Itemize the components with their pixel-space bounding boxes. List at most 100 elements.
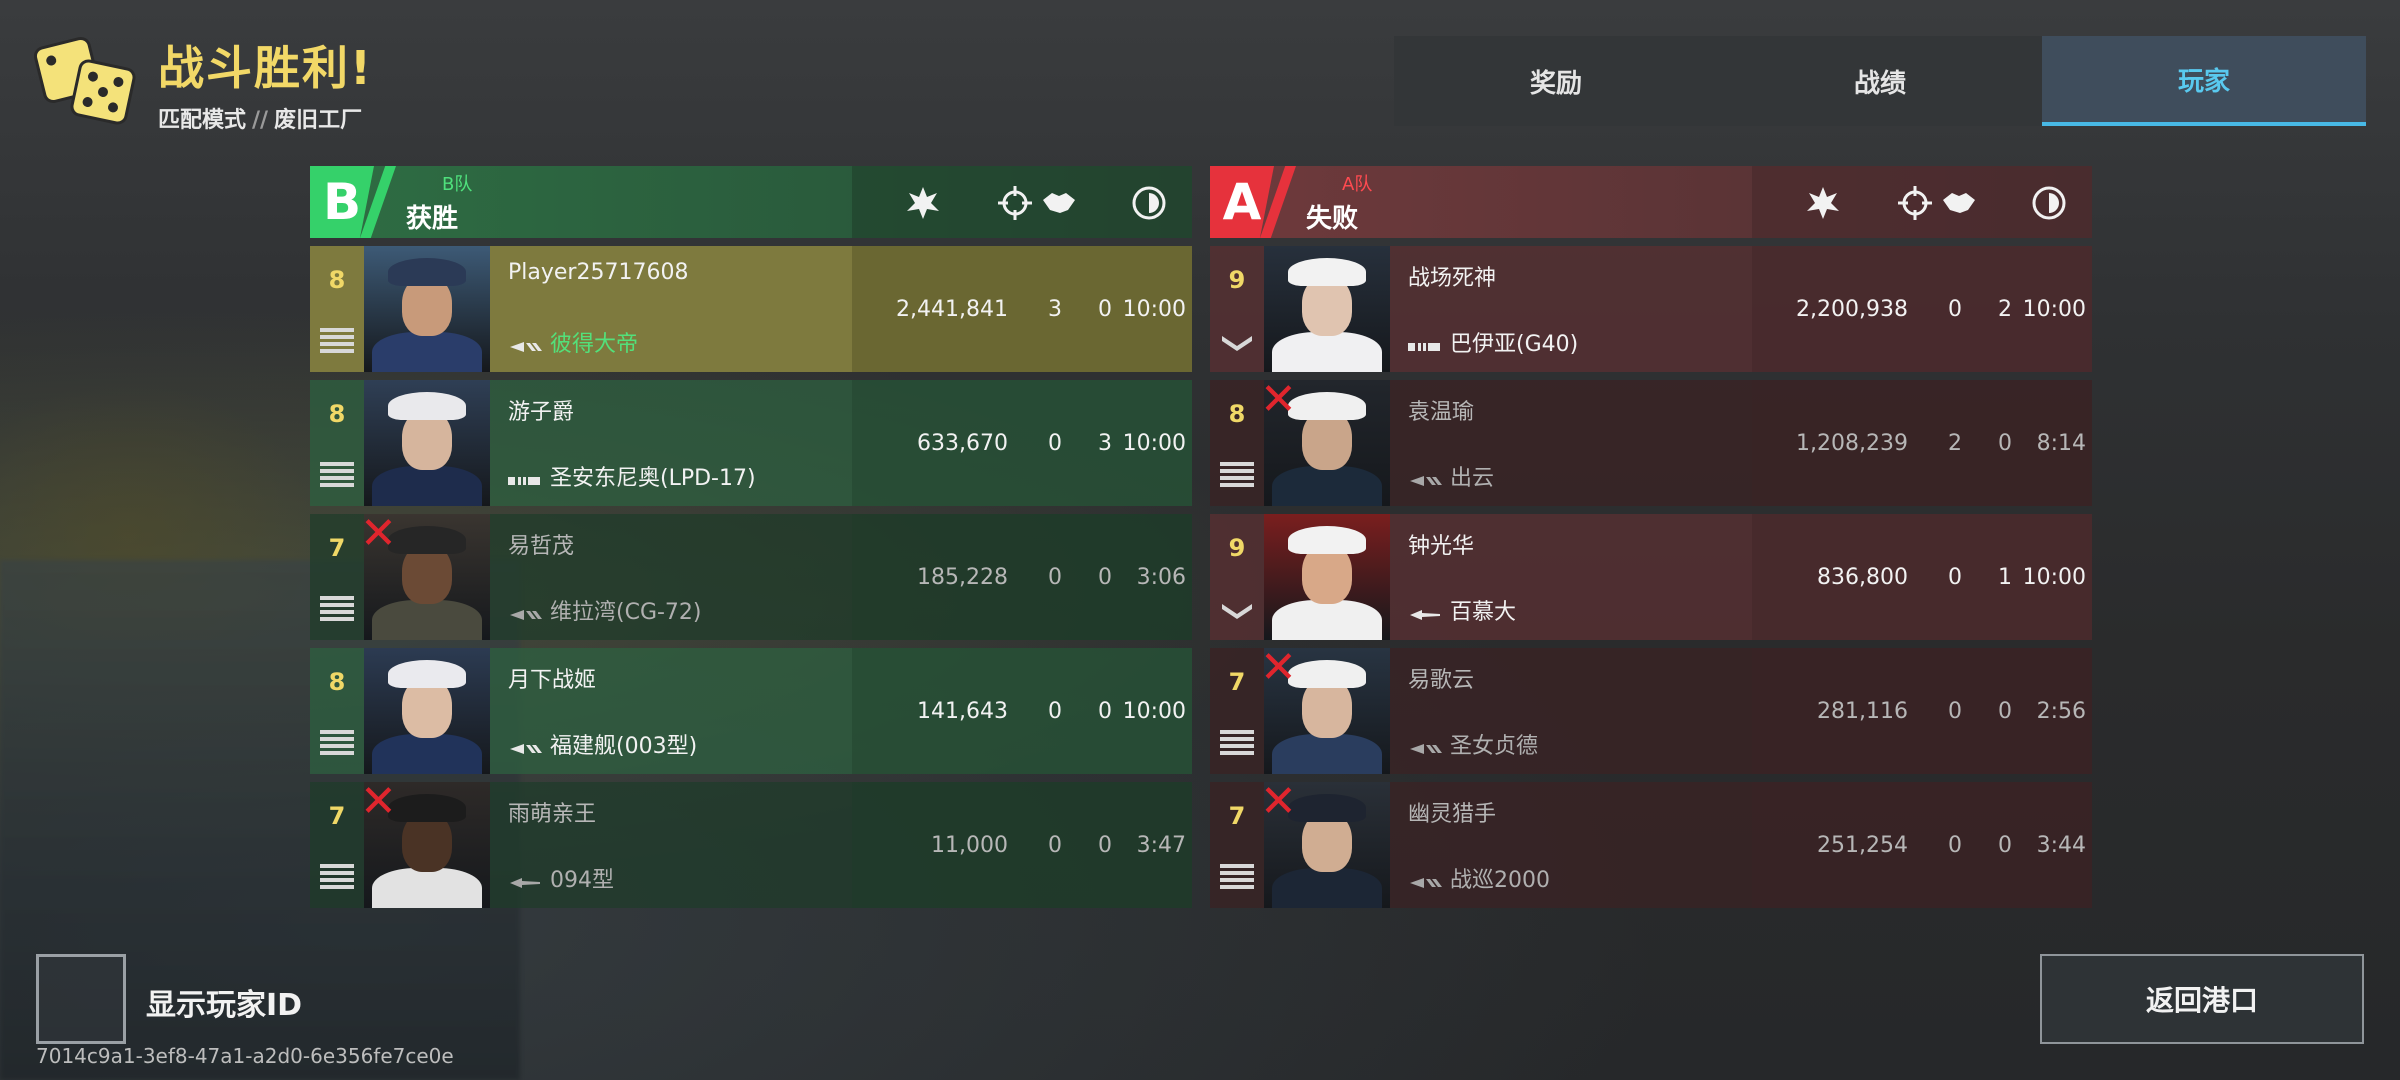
player-stats: 836,800 0 1 10:00: [1752, 514, 2092, 640]
player-level: 8: [328, 266, 346, 294]
damage-value: 281,116: [1817, 698, 1908, 724]
player-name: 游子爵: [508, 400, 575, 425]
destroyed-icon: ✕: [1260, 642, 1297, 693]
team-a-player-row[interactable]: 9 钟光华 百慕大 836,800 0 1 10:00: [1210, 514, 2092, 640]
team-b-player-row[interactable]: 7 ✕ 雨萌亲王 094型 11,000 0 0 3:47: [310, 776, 1192, 908]
player-info: 雨萌亲王 094型: [490, 782, 852, 908]
tab-rewards[interactable]: 奖励: [1394, 36, 1718, 126]
survival-time: 3:44: [2036, 832, 2086, 858]
survival-time: 10:00: [2022, 564, 2086, 590]
team-b-player-row[interactable]: 7 ✕ 易哲茂 维拉湾(CG-72) 185,228 0 0 3:06: [310, 512, 1192, 640]
assist-icon: [1040, 184, 1078, 222]
ship-name: 圣安东尼奥(LPD-17): [550, 466, 756, 491]
level-column: 8: [310, 648, 364, 774]
team-b-result: 获胜: [406, 203, 459, 234]
show-id-checkbox[interactable]: [36, 954, 126, 1044]
player-name: 钟光华: [1408, 534, 1475, 559]
team-a-player-row[interactable]: 9 战场死神 巴伊亚(G40) 2,200,938 0 2 10:00: [1210, 246, 2092, 372]
assists-value: 0: [1998, 832, 2012, 858]
player-stats: 633,670 0 3 10:00: [852, 380, 1192, 506]
captain-portrait[interactable]: [1264, 246, 1390, 372]
ship-info: 福建舰(003型): [508, 728, 697, 760]
rank-bars-icon: [1220, 462, 1254, 488]
ship-info: 圣女贞德: [1408, 728, 1538, 760]
team-a-panel: A A队 失败 9 战场死神 巴伊亚(G40) 2,200,938 0 2 10:00 8 ✕ 袁…: [1210, 166, 2092, 916]
rank-bars-icon: [1220, 730, 1254, 756]
submarine-icon: [508, 871, 542, 888]
show-id-label[interactable]: 显示玩家ID: [146, 980, 302, 1024]
destroyer-icon: [508, 603, 542, 620]
kills-value: 0: [1048, 698, 1062, 724]
kills-value: 0: [1048, 832, 1062, 858]
kills-value: 0: [1948, 296, 1962, 322]
player-level: 7: [328, 534, 346, 562]
ship-name: 百慕大: [1450, 600, 1517, 625]
team-a-player-row[interactable]: 8 ✕ 袁温瑜 出云 1,208,239 2 0 8:14: [1210, 378, 2092, 506]
team-a-result: 失败: [1306, 203, 1359, 234]
team-b-player-row[interactable]: 8 Player25717608 彼得大帝 2,441,841 3 0 10:00: [310, 246, 1192, 372]
destroyer-icon: [508, 335, 542, 352]
rank-bars-icon: [320, 462, 354, 488]
team-a-column-icons: [1752, 166, 2092, 238]
player-name: 易歌云: [1408, 668, 1475, 693]
assists-value: 0: [1998, 698, 2012, 724]
destroyed-icon: ✕: [1260, 776, 1297, 827]
player-level: 8: [328, 668, 346, 696]
ship-info: 094型: [508, 862, 614, 894]
team-a-header: A A队 失败: [1210, 166, 2092, 238]
assists-value: 1: [1998, 564, 2012, 590]
player-info: 袁温瑜 出云: [1390, 380, 1752, 506]
captain-portrait[interactable]: [364, 246, 490, 372]
kills-value: 0: [1048, 430, 1062, 456]
team-b-player-row[interactable]: 8 月下战姬 福建舰(003型) 141,643 0 0 10:00: [310, 648, 1192, 774]
team-b-rows: 8 Player25717608 彼得大帝 2,441,841 3 0 10:00 8 游子爵圣…: [310, 246, 1192, 908]
tab-players[interactable]: 玩家: [2042, 36, 2366, 126]
kills-value: 0: [1948, 564, 1962, 590]
destroyer-icon: [508, 737, 542, 754]
rank-bars-icon: [320, 596, 354, 622]
survival-time: 10:00: [1122, 430, 1186, 456]
match-info: 匹配模式//废旧工厂: [158, 102, 373, 134]
player-info: 易哲茂 维拉湾(CG-72): [490, 514, 852, 640]
player-info: 战场死神 巴伊亚(G40): [1390, 246, 1752, 372]
player-level: 8: [328, 400, 346, 428]
ship-name: 圣女贞德: [1450, 734, 1539, 759]
rank-bars-icon: [320, 730, 354, 756]
captain-portrait[interactable]: [1264, 514, 1390, 640]
survival-time: 10:00: [1122, 698, 1186, 724]
assists-value: 0: [1998, 430, 2012, 456]
damage-value: 2,200,938: [1796, 296, 1908, 322]
player-stats: 2,441,841 3 0 10:00: [852, 246, 1192, 372]
player-info: 钟光华百慕大: [1390, 514, 1752, 640]
damage-value: 11,000: [931, 832, 1008, 858]
team-b-header: B B队 获胜: [310, 166, 1192, 238]
ship-name: 福建舰(003型): [550, 734, 698, 759]
tab-record[interactable]: 战绩: [1718, 36, 2042, 126]
player-level: 9: [1228, 534, 1246, 562]
survival-time: 3:47: [1136, 832, 1186, 858]
level-column: 9: [1210, 246, 1264, 372]
team-a-player-row[interactable]: 7 ✕ 幽灵猎手 战巡2000 251,254 0 0 3:44: [1210, 776, 2092, 908]
damage-value: 1,208,239: [1796, 430, 1908, 456]
kills-value: 0: [1948, 698, 1962, 724]
player-name: 易哲茂: [508, 534, 575, 559]
player-name: Player25717608: [508, 260, 689, 285]
ship-name: 彼得大帝: [550, 332, 639, 357]
return-to-port-button[interactable]: 返回港口: [2040, 954, 2364, 1044]
survival-time: 10:00: [2022, 296, 2086, 322]
captain-portrait[interactable]: [364, 380, 490, 506]
player-stats: 251,254 0 0 3:44: [1752, 782, 2092, 908]
team-b-player-row[interactable]: 8 游子爵圣安东尼奥(LPD-17) 633,670 0 3 10:00: [310, 380, 1192, 506]
ship-info: 百慕大: [1408, 594, 1516, 626]
battle-result-header: 战斗胜利! 匹配模式//废旧工厂: [31, 32, 373, 134]
level-column: 9: [1210, 514, 1264, 640]
player-level: 7: [328, 802, 346, 830]
ship-info: 彼得大帝: [508, 326, 638, 358]
captain-portrait[interactable]: [364, 648, 490, 774]
assists-value: 0: [1098, 564, 1112, 590]
destroyed-icon: ✕: [360, 776, 397, 827]
team-a-player-row[interactable]: 7 ✕ 易歌云 圣女贞德 281,116 0 0 2:56: [1210, 642, 2092, 774]
player-level: 7: [1228, 668, 1246, 696]
map-name: 废旧工厂: [274, 108, 363, 133]
survival-time: 8:14: [2036, 430, 2086, 456]
